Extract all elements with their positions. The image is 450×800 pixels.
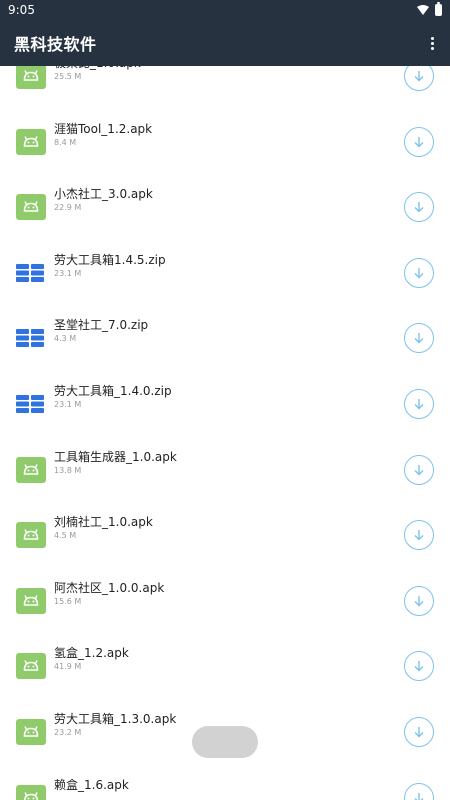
file-name: 工具箱生成器_1.0.apk (54, 449, 177, 464)
file-size: 15.6 M (54, 596, 82, 606)
zip-file-icon (16, 324, 46, 352)
file-info: 劳大工具箱_1.3.0.apk 23.2 M (54, 712, 176, 738)
download-icon[interactable] (404, 323, 434, 354)
file-info: 刘楠社工_1.0.apk 4.5 M (54, 515, 153, 541)
android-apk-icon (16, 521, 46, 549)
android-apk-icon (16, 193, 46, 221)
file-info: 小杰社工_3.0.apk 22.9 M (54, 187, 153, 213)
file-size: 8.4 M (54, 137, 77, 147)
file-list-item[interactable]: 赖盒_1.6.apk (0, 765, 450, 800)
file-list-item[interactable]: 刘楠社工_1.0.apk 4.5 M (0, 502, 450, 568)
download-icon[interactable] (404, 782, 434, 800)
download-icon[interactable] (404, 585, 434, 616)
file-info: 阿杰社区_1.0.0.apk 15.6 M (54, 581, 164, 607)
file-list-item[interactable]: 阿杰社区_1.0.0.apk 15.6 M (0, 568, 450, 634)
file-size: 4.5 M (54, 531, 77, 541)
download-icon[interactable] (404, 192, 434, 223)
file-list-item[interactable]: 小杰社工_3.0.apk 22.9 M (0, 174, 450, 240)
file-name: 赖盒_1.6.apk (54, 777, 129, 792)
android-apk-icon (16, 62, 46, 90)
file-info: 劳大工具箱1.4.5.zip 23.1 M (54, 253, 166, 279)
file-size: 41.9 M (54, 662, 82, 672)
download-icon[interactable] (404, 520, 434, 551)
file-info: 涯猫Tool_1.2.apk 8.4 M (54, 122, 152, 148)
file-name: 劳大工具箱_1.3.0.apk (54, 712, 177, 726)
file-name: 阿杰社区_1.0.0.apk (54, 580, 165, 595)
file-size: 22.9 M (54, 203, 82, 213)
download-icon[interactable] (404, 651, 434, 682)
android-apk-icon (16, 652, 46, 680)
android-apk-icon (16, 456, 46, 484)
android-apk-icon (16, 784, 46, 800)
android-apk-icon (16, 128, 46, 156)
zip-file-icon (16, 390, 46, 418)
download-icon[interactable] (404, 454, 434, 485)
download-icon[interactable] (404, 389, 434, 419)
file-name: 刘楠社工_1.0.apk (54, 515, 153, 530)
file-name: 小杰社工_3.0.apk (54, 187, 153, 202)
file-size: 23.2 M (54, 728, 82, 737)
file-name: 氢盒_1.2.apk (54, 646, 129, 661)
android-apk-icon (16, 718, 46, 746)
file-size: 13.8 M (54, 465, 82, 475)
file-list-item[interactable]: 涯猫Tool_1.2.apk 8.4 M (0, 109, 450, 175)
file-size: 23.1 M (54, 268, 82, 278)
file-name: 劳大工具箱_1.4.0.zip (54, 384, 172, 398)
page-title: 黑科技软件 (14, 35, 97, 54)
file-size: 4.3 M (54, 334, 77, 344)
file-info: 赖盒_1.6.apk (54, 778, 129, 794)
file-name: 涯猫Tool_1.2.apk (54, 121, 153, 136)
more-options-icon[interactable] (426, 33, 438, 53)
download-icon[interactable] (404, 126, 434, 157)
file-list-item[interactable]: 工具箱生成器_1.0.apk 13.8 M (0, 437, 450, 503)
file-list-item[interactable]: 劳大工具箱_1.4.0.zip 23.1 M (0, 371, 450, 437)
file-list: 极某比_1.0.apk25.5 M涯猫Tool_1.2.apk8.4 M小杰社工… (0, 0, 450, 800)
download-icon[interactable] (404, 717, 434, 747)
home-indicator[interactable] (192, 726, 258, 758)
file-name: 劳大工具箱1.4.5.zip (54, 252, 166, 267)
file-list-item[interactable]: 氢盒_1.2.apk 41.9 M (0, 633, 450, 699)
file-info: 圣堂社工_7.0.zip 4.3 M (54, 318, 148, 344)
file-name: 圣堂社工_7.0.zip (54, 318, 149, 333)
file-info: 氢盒_1.2.apk 41.9 M (54, 646, 129, 672)
file-info: 工具箱生成器_1.0.apk 13.8 M (54, 450, 177, 476)
file-size: 23.1 M (54, 400, 82, 409)
file-list-item[interactable]: 劳大工具箱1.4.5.zip 23.1 M (0, 240, 450, 306)
file-info: 劳大工具箱_1.4.0.zip 23.1 M (54, 384, 172, 410)
app-bar: 黑科技软件 (0, 20, 450, 66)
file-list-item[interactable]: 圣堂社工_7.0.zip 4.3 M (0, 305, 450, 371)
file-size: 25.5 M (54, 72, 82, 81)
zip-file-icon (16, 259, 46, 287)
android-apk-icon (16, 587, 46, 615)
download-icon[interactable] (404, 257, 434, 288)
